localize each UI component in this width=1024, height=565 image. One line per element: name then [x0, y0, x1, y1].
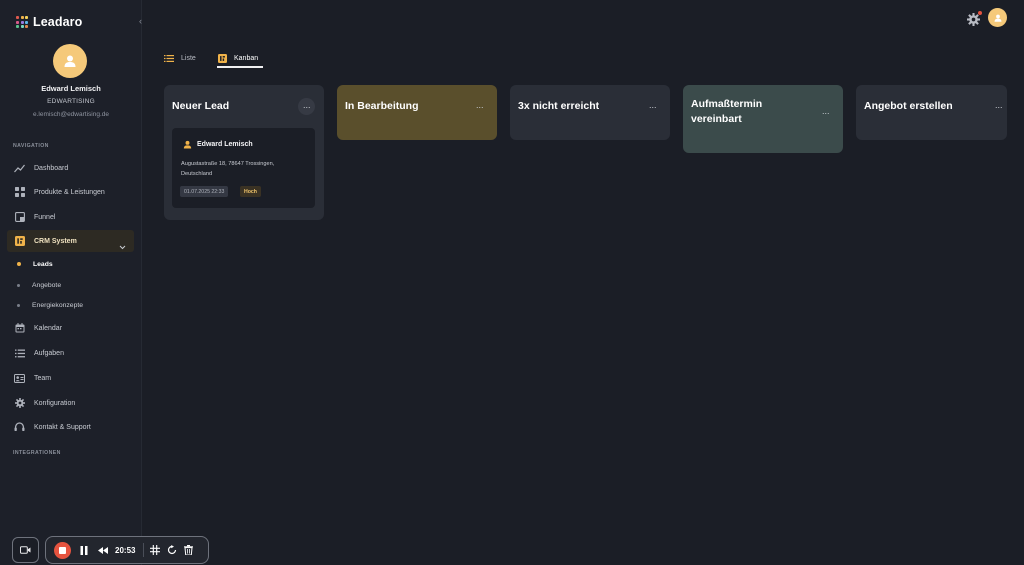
bullet-icon — [17, 303, 20, 307]
stop-recording-button[interactable] — [54, 541, 71, 559]
person-icon — [183, 140, 192, 149]
user-avatar[interactable] — [53, 44, 87, 78]
integrations-section-label: INTEGRATIONEN — [13, 450, 61, 456]
bullet-icon — [17, 283, 20, 287]
support-icon — [14, 422, 25, 433]
trash-icon — [184, 545, 194, 555]
tab-label: Kanban — [234, 54, 259, 62]
app-logo[interactable]: Leadaro — [16, 15, 82, 29]
nav-label: Kontakt & Support — [34, 423, 91, 431]
column-menu-button[interactable]: ··· — [471, 98, 488, 115]
navigation-section-label: NAVIGATION — [13, 143, 49, 149]
nav-item-team[interactable]: Team — [7, 367, 134, 389]
camera-toggle-button[interactable] — [12, 537, 39, 563]
bullet-icon — [17, 262, 21, 266]
kanban-column-aufmasstermin[interactable]: Aufmaßtermin vereinbart ··· — [683, 85, 843, 153]
team-icon — [14, 373, 25, 384]
nav-item-funnel[interactable]: Funnel — [7, 206, 134, 228]
tab-liste[interactable]: Liste — [164, 49, 196, 67]
nav-item-konfiguration[interactable]: Konfiguration — [7, 392, 134, 414]
column-title: In Bearbeitung — [345, 100, 419, 112]
user-name: Edward Lemisch — [41, 84, 101, 93]
column-menu-button[interactable]: ··· — [644, 98, 661, 115]
column-menu-button[interactable]: ··· — [990, 98, 1007, 115]
logo-icon — [16, 16, 28, 28]
recording-controls: 20:53 — [45, 536, 209, 564]
lead-address: Augustastraße 18, 78647 Trossingen, Deut… — [181, 161, 275, 177]
crm-icon — [14, 236, 25, 247]
kanban-column-in-bearbeitung[interactable]: In Bearbeitung ··· — [337, 85, 497, 140]
nav-label: Aufgaben — [34, 349, 64, 357]
nav-item-kontakt-support[interactable]: Kontakt & Support — [7, 416, 134, 438]
rewind-button[interactable] — [98, 546, 108, 554]
active-tab-indicator — [217, 66, 263, 68]
kanban-column-neuer-lead[interactable]: Neuer Lead ··· Edward Lemisch Augustastr… — [164, 85, 324, 220]
nav-subitem-angebote[interactable]: Angebote — [17, 278, 61, 292]
tab-kanban[interactable]: Kanban — [218, 49, 258, 67]
nav-sublabel: Angebote — [32, 281, 62, 289]
nav-label: Produkte & Leistungen — [34, 188, 105, 196]
column-menu-button[interactable]: ··· — [298, 98, 315, 115]
chevron-down-icon — [119, 237, 126, 255]
grid-icon — [14, 187, 25, 198]
rewind-icon — [98, 546, 108, 554]
nav-sublabel: Leads — [33, 260, 53, 268]
nav-label: Funnel — [34, 213, 56, 221]
topbar-actions — [967, 8, 1007, 27]
pause-button[interactable] — [80, 545, 88, 555]
delete-recording-button[interactable] — [184, 545, 194, 555]
collapse-sidebar-icon[interactable]: ‹ — [139, 16, 142, 26]
nav-label: Konfiguration — [34, 399, 76, 407]
user-icon — [64, 55, 76, 67]
user-icon — [994, 14, 1001, 22]
column-menu-button[interactable]: ··· — [817, 104, 834, 121]
user-company: EDWARTISING — [47, 98, 95, 105]
stop-icon — [59, 546, 66, 554]
settings-button[interactable] — [967, 10, 982, 26]
kanban-icon — [218, 53, 227, 63]
kanban-column-angebot-erstellen[interactable]: Angebot erstellen ··· — [856, 85, 1007, 140]
nav-subitem-leads[interactable]: Leads — [17, 257, 53, 271]
nav-sublabel: Energiekonzepte — [32, 301, 84, 309]
app-name: Leadaro — [33, 15, 83, 29]
restart-button[interactable] — [167, 545, 177, 555]
lead-date-badge: 01.07.2025 22:33 — [180, 186, 229, 197]
nav-item-kalendar[interactable]: Kalendar — [7, 317, 134, 339]
nav-item-produkte[interactable]: Produkte & Leistungen — [7, 181, 134, 203]
restart-icon — [168, 545, 177, 555]
column-title: Neuer Lead — [172, 100, 230, 112]
gear-icon — [14, 398, 25, 409]
trend-icon — [14, 163, 25, 174]
nav-item-crm-system[interactable]: CRM System — [7, 230, 134, 252]
list-icon — [14, 348, 25, 359]
column-title: Aufmaßtermin vereinbart — [691, 98, 763, 125]
profile-avatar[interactable] — [988, 8, 1007, 27]
column-title: Angebot erstellen — [864, 100, 953, 112]
video-camera-icon — [20, 546, 31, 554]
user-email: e.lemisch@edwartising.de — [33, 111, 109, 118]
grid-button[interactable] — [150, 545, 161, 555]
hash-icon — [150, 545, 161, 555]
nav-label: Team — [34, 374, 52, 382]
nav-label: CRM System — [34, 237, 77, 245]
nav-item-aufgaben[interactable]: Aufgaben — [7, 342, 134, 364]
nav-subitem-energiekonzepte[interactable]: Energiekonzepte — [17, 298, 83, 312]
kanban-column-3x-nicht-erreicht[interactable]: 3x nicht erreicht ··· — [510, 85, 670, 140]
column-title: 3x nicht erreicht — [518, 100, 600, 112]
nav-label: Kalendar — [34, 324, 63, 332]
list-icon — [164, 54, 174, 62]
tab-label: Liste — [181, 54, 196, 62]
divider — [143, 543, 145, 557]
pause-icon — [80, 545, 88, 555]
lead-card[interactable]: Edward Lemisch Augustastraße 18, 78647 T… — [172, 128, 315, 208]
priority-badge: Hoch — [240, 186, 261, 197]
recording-timer: 20:53 — [115, 545, 136, 555]
sidebar: Leadaro ‹ Edward Lemisch EDWARTISING e.l… — [0, 0, 142, 565]
lead-name: Edward Lemisch — [197, 141, 253, 148]
nav-label: Dashboard — [34, 164, 69, 172]
funnel-icon — [14, 212, 25, 223]
nav-item-dashboard[interactable]: Dashboard — [7, 157, 134, 179]
notification-dot — [978, 10, 982, 15]
calendar-icon — [14, 323, 25, 334]
